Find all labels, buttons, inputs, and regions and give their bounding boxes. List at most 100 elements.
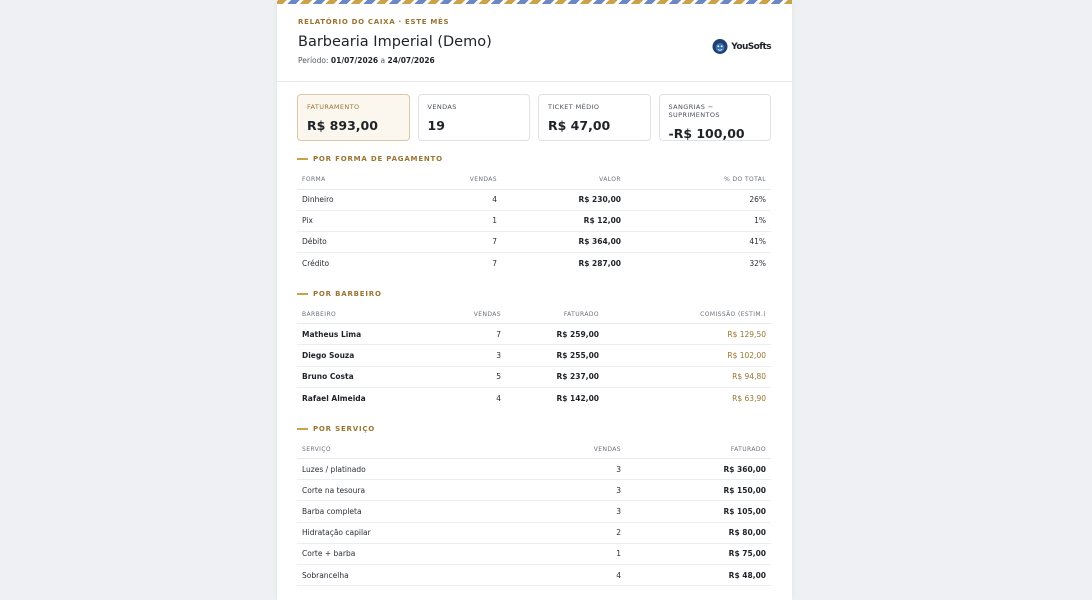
cell-comissao: R$ 102,00 <box>604 344 771 367</box>
table-row: Diego Souza 3 R$ 255,00 R$ 102,00 <box>297 344 771 367</box>
table-row: Bruno Costa 5 R$ 237,00 R$ 94,80 <box>297 366 771 388</box>
card-label: TICKET MÉDIO <box>548 103 600 111</box>
cell-faturado: R$ 142,00 <box>556 393 599 403</box>
section-title-payment: POR FORMA DE PAGAMENTO <box>297 153 771 165</box>
cell-forma: Dinheiro <box>297 189 442 211</box>
page-title: Barbearia Imperial (Demo) <box>298 34 492 50</box>
cell-vendas: 2 <box>507 522 626 544</box>
cell-valor: R$ 287,00 <box>578 258 621 268</box>
cell-faturado: R$ 259,00 <box>506 323 604 346</box>
cell-forma: Pix <box>297 210 442 232</box>
cell-comissao: R$ 94,80 <box>604 366 771 388</box>
col-vendas: VENDAS <box>447 305 506 325</box>
cell-vendas: 7 <box>442 231 502 254</box>
table-row: Matheus Lima 7 R$ 259,00 R$ 129,50 <box>297 323 771 346</box>
col-faturado: FATURADO <box>626 440 771 459</box>
table-header-row: SERVIÇO VENDAS FATURADO <box>297 440 771 459</box>
col-percent: % DO TOTAL <box>626 171 771 190</box>
cell-servico: Corte na tesoura <box>297 479 507 502</box>
table-row: Barba completa 3 R$ 105,00 <box>297 500 771 523</box>
table-header-row: BARBEIRO VENDAS FATURADO COMISSÃO (ESTIM… <box>297 305 771 325</box>
section-title-text: POR SERVIÇO <box>313 424 376 433</box>
cell-faturado: R$ 75,00 <box>626 543 771 565</box>
cell-percent: 41% <box>626 231 771 254</box>
report-header: RELATÓRIO DO CAIXA · ESTE MÊS Barbearia … <box>277 4 792 82</box>
col-faturado: FATURADO <box>506 305 604 325</box>
report-kicker: RELATÓRIO DO CAIXA · ESTE MÊS <box>298 18 450 26</box>
table-row: Rafael Almeida 4 R$ 142,00 R$ 63,90 <box>297 387 771 408</box>
card-label: FATURAMENTO <box>307 103 360 111</box>
section-title-text: POR FORMA DE PAGAMENTO <box>313 155 443 163</box>
cell-comissao: R$ 129,50 <box>604 323 771 346</box>
cell-servico: Corte + barba <box>297 543 507 565</box>
col-forma: FORMA <box>297 171 442 190</box>
cell-faturado: R$ 237,00 <box>506 366 604 388</box>
cell-vendas: 4 <box>496 393 501 403</box>
payment-section: POR FORMA DE PAGAMENTO FORMA VENDAS VALO… <box>277 153 792 274</box>
cell-barbeiro: Bruno Costa <box>297 366 447 388</box>
col-servico: SERVIÇO <box>297 440 507 459</box>
table-row: Débito 7 R$ 364,00 41% <box>297 231 771 254</box>
table-row: Corte + barba 1 R$ 75,00 <box>297 543 771 565</box>
cell-faturado: R$ 150,00 <box>626 479 771 502</box>
logo-wordmark: YouSofts <box>731 41 771 52</box>
cell-faturado: R$ 255,00 <box>506 344 604 367</box>
table-row: Pix 1 R$ 12,00 1% <box>297 210 771 232</box>
cell-percent: 32% <box>749 258 766 268</box>
barber-table: BARBEIRO VENDAS FATURADO COMISSÃO (ESTIM… <box>297 305 771 409</box>
service-table: SERVIÇO VENDAS FATURADO Luzes / platinad… <box>297 440 771 587</box>
cell-comissao: R$ 63,90 <box>732 393 766 403</box>
table-row: Hidratação capilar 2 R$ 80,00 <box>297 522 771 544</box>
summary-cards: FATURAMENTO R$ 893,00 VENDAS 19 TICKET M… <box>277 82 792 141</box>
cell-vendas: 4 <box>442 189 502 211</box>
table-row: Luzes / platinado 3 R$ 360,00 <box>297 458 771 481</box>
card-faturamento: FATURAMENTO R$ 893,00 <box>297 94 410 141</box>
period-label: Período: <box>298 56 329 65</box>
cell-percent: 26% <box>626 189 771 211</box>
cell-servico: Sobrancelha <box>297 564 507 587</box>
cell-forma: Débito <box>297 231 442 254</box>
cell-vendas: 3 <box>447 344 506 367</box>
section-title-service: POR SERVIÇO <box>297 423 771 435</box>
cell-vendas: 3 <box>507 458 626 481</box>
card-label: VENDAS <box>427 103 457 111</box>
cell-valor: R$ 12,00 <box>502 210 626 232</box>
cell-forma: Crédito <box>302 258 330 268</box>
table-row: Corte na tesoura 3 R$ 150,00 <box>297 479 771 502</box>
cell-percent: 1% <box>626 210 771 232</box>
cell-servico: Luzes / platinado <box>297 458 507 481</box>
barber-section: POR BARBEIRO BARBEIRO VENDAS FATURADO CO… <box>277 288 792 409</box>
cell-servico: Barba completa <box>297 500 507 523</box>
card-value: -R$ 100,00 <box>668 126 745 141</box>
col-vendas: VENDAS <box>507 440 626 459</box>
cell-vendas: 3 <box>507 479 626 502</box>
gorilla-logo-icon <box>712 39 728 54</box>
card-vendas: VENDAS 19 <box>417 94 530 141</box>
col-vendas: VENDAS <box>442 171 502 190</box>
table-row: Crédito 7 R$ 287,00 32% <box>297 253 771 274</box>
service-section: POR SERVIÇO SERVIÇO VENDAS FATURADO Luze… <box>277 423 792 587</box>
section-dash <box>297 427 308 430</box>
cell-faturado: R$ 80,00 <box>626 522 771 544</box>
section-dash <box>297 292 308 295</box>
table-row: Dinheiro 4 R$ 230,00 26% <box>297 189 771 211</box>
payment-table: FORMA VENDAS VALOR % DO TOTAL Dinheiro 4… <box>297 171 771 274</box>
card-value: R$ 47,00 <box>548 118 611 133</box>
brand-logo: YouSofts <box>711 38 772 55</box>
report-period: Período: 01/07/2026 a 24/07/2026 <box>298 56 771 65</box>
cell-vendas: 7 <box>447 323 506 346</box>
card-value: R$ 893,00 <box>307 118 378 133</box>
period-start: 01/07/2026 <box>330 56 379 65</box>
col-valor: VALOR <box>502 171 626 190</box>
cell-valor: R$ 364,00 <box>502 231 626 254</box>
period-end: 24/07/2026 <box>387 56 435 65</box>
card-sangrias: SANGRIAS − SUPRIMENTOS -R$ 100,00 <box>658 94 771 141</box>
table-header-row: FORMA VENDAS VALOR % DO TOTAL <box>297 171 771 190</box>
col-comissao: COMISSÃO (ESTIM.) <box>604 305 771 325</box>
table-row: Sobrancelha 4 R$ 48,00 <box>297 564 771 587</box>
cell-faturado: R$ 360,00 <box>626 458 771 481</box>
section-dash <box>297 158 308 160</box>
cell-faturado: R$ 48,00 <box>626 564 771 587</box>
cell-vendas: 4 <box>507 564 626 587</box>
card-label: SANGRIAS − SUPRIMENTOS <box>668 103 720 119</box>
